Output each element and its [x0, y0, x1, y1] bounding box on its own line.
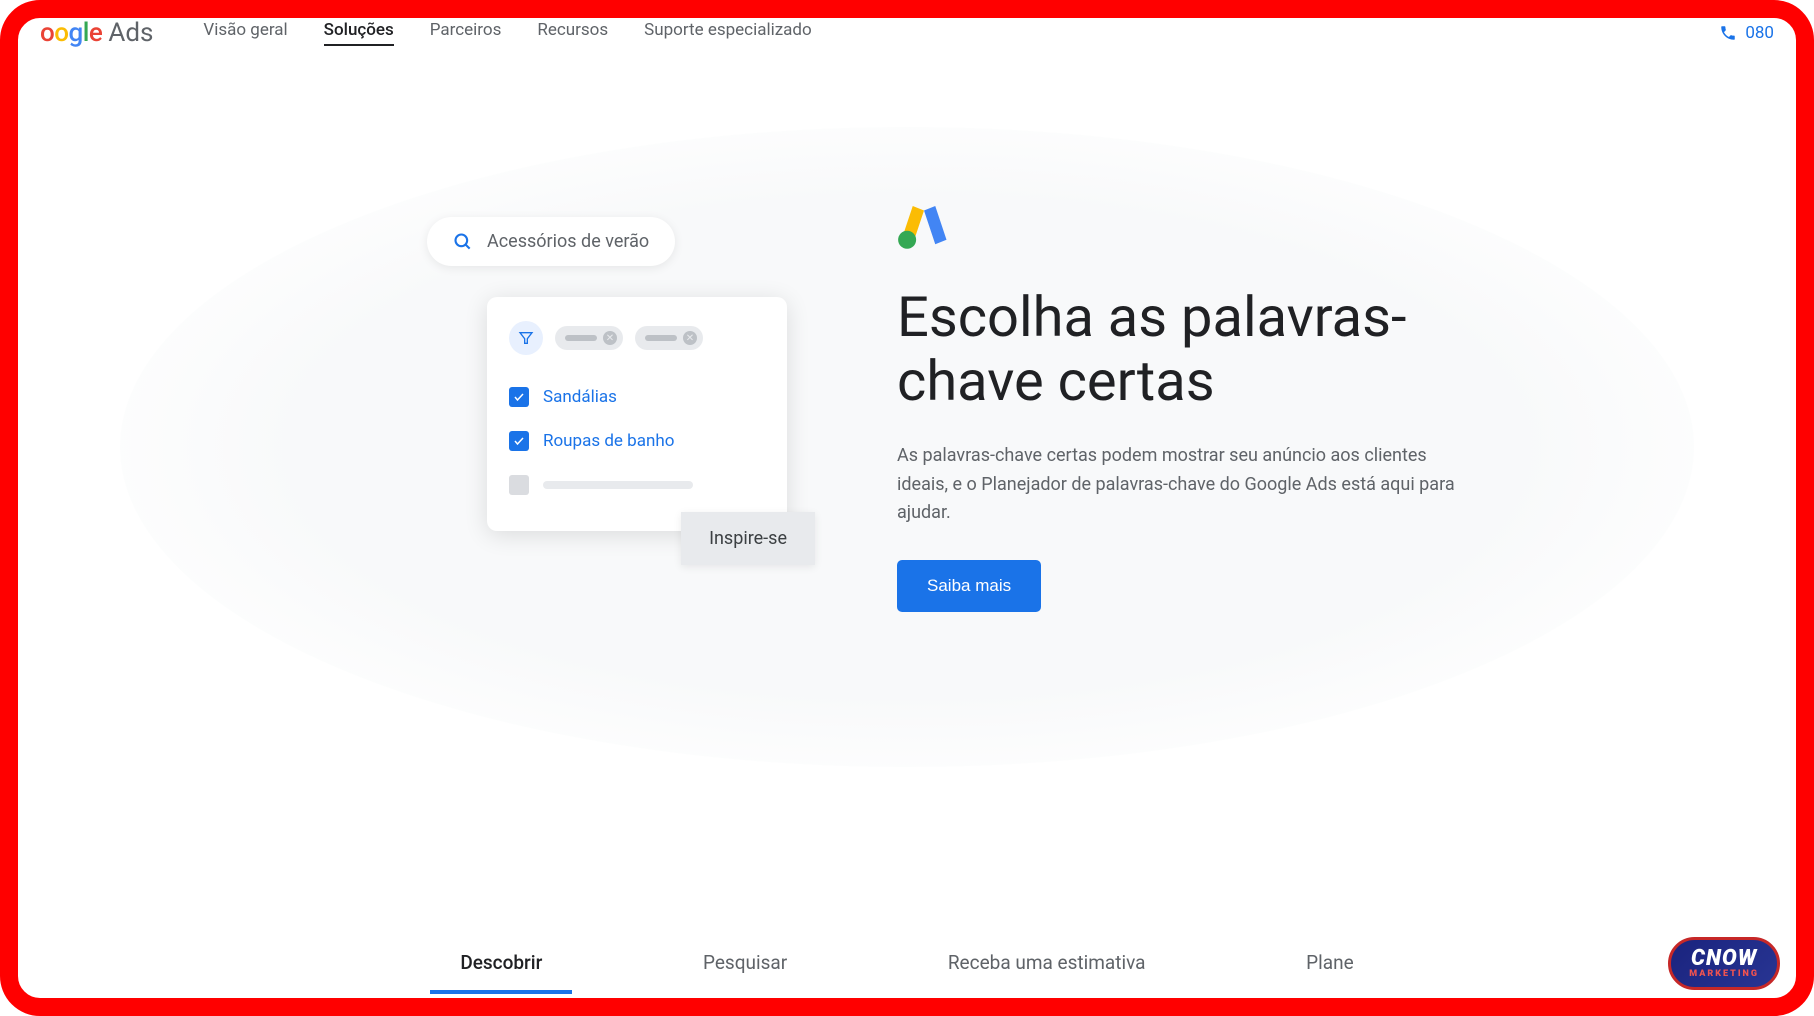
- tab-plan[interactable]: Plane: [1306, 933, 1354, 992]
- filter-chip: ✕: [555, 326, 623, 350]
- google-ads-logo[interactable]: oogle Ads: [40, 18, 153, 48]
- filter-button: [509, 321, 543, 355]
- keyword-illustration: Acessórios de verão ✕ ✕: [357, 197, 777, 617]
- watermark-sub: MARKETING: [1689, 970, 1759, 979]
- google-wordmark: oogle: [40, 18, 102, 48]
- search-icon: [453, 232, 473, 252]
- keyword-label: Sandálias: [543, 387, 617, 407]
- check-icon: [513, 435, 525, 447]
- keyword-label: Roupas de banho: [543, 431, 674, 451]
- keyword-dropdown: ✕ ✕ Sandálias: [487, 297, 787, 531]
- checkbox-checked: [509, 431, 529, 451]
- keyword-row-placeholder: [509, 463, 765, 507]
- learn-more-button[interactable]: Saiba mais: [897, 560, 1041, 612]
- tab-estimate[interactable]: Receba uma estimativa: [948, 933, 1146, 992]
- filter-row: ✕ ✕: [509, 321, 765, 355]
- nav-overview[interactable]: Visão geral: [203, 20, 287, 46]
- nav-resources[interactable]: Recursos: [537, 20, 608, 46]
- ads-label: Ads: [108, 18, 153, 48]
- section-tabs: Descobrir Pesquisar Receba uma estimativ…: [0, 933, 1814, 992]
- site-header: oogle Ads Visão geral Soluções Parceiros…: [0, 0, 1814, 67]
- placeholder-bar: [543, 481, 693, 489]
- tab-search[interactable]: Pesquisar: [703, 933, 787, 992]
- tab-discover[interactable]: Descobrir: [460, 933, 542, 992]
- cnow-watermark: CNOW MARKETING: [1668, 937, 1780, 990]
- hero-headline: Escolha as palavras-chave certas: [897, 285, 1457, 414]
- keyword-row: Roupas de banho: [509, 419, 765, 463]
- watermark-main: CNOW: [1691, 948, 1757, 970]
- search-pill: Acessórios de verão: [427, 217, 675, 266]
- phone-contact[interactable]: 080: [1719, 23, 1774, 43]
- hero-content: Escolha as palavras-chave certas As pala…: [897, 197, 1457, 612]
- phone-number: 080: [1745, 23, 1774, 43]
- check-icon: [513, 391, 525, 403]
- search-text: Acessórios de verão: [487, 231, 649, 252]
- main-content: Acessórios de verão ✕ ✕: [0, 67, 1814, 617]
- hero-description: As palavras-chave certas podem mostrar s…: [897, 442, 1457, 528]
- hero-section: Acessórios de verão ✕ ✕: [60, 147, 1754, 617]
- keyword-row: Sandálias: [509, 375, 765, 419]
- checkbox-checked: [509, 387, 529, 407]
- nav-solutions[interactable]: Soluções: [324, 20, 394, 46]
- nav-partners[interactable]: Parceiros: [430, 20, 502, 46]
- filter-icon: [518, 330, 534, 346]
- main-nav: Visão geral Soluções Parceiros Recursos …: [203, 20, 811, 46]
- phone-icon: [1719, 24, 1737, 42]
- filter-chip: ✕: [635, 326, 703, 350]
- checkbox-empty: [509, 475, 529, 495]
- inspire-button: Inspire-se: [681, 512, 815, 565]
- nav-support[interactable]: Suporte especializado: [644, 20, 812, 46]
- google-ads-icon: [897, 197, 951, 251]
